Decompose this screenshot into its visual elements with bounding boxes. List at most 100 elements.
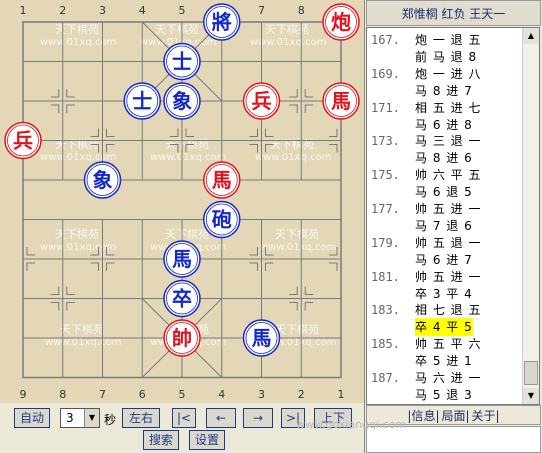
file-number-top: 4 [139, 4, 146, 17]
move-row[interactable]: 187. 马 六 进 一 [371, 369, 481, 387]
watermark-text: www.01xq.com [260, 242, 336, 253]
move-row[interactable]: 卒 3 平 4 [371, 285, 473, 303]
move-number: 179. [371, 235, 400, 250]
move-row[interactable]: 171. 相 五 进 七 [371, 99, 481, 117]
scroll-down-icon[interactable]: ▼ [523, 388, 539, 404]
move-text: 相 七 退 五 [415, 303, 482, 318]
move-row[interactable]: 马 6 进 7 [371, 251, 473, 269]
search-button[interactable]: 搜索 [143, 430, 179, 450]
move-text: 前 马 退 8 [415, 49, 478, 64]
settings-button[interactable]: 设置 [189, 430, 225, 450]
watermark-logo: 天下棋苑 [270, 137, 314, 151]
move-text: 马 6 进 8 [415, 117, 473, 132]
watermark-text: www.01xq.com [40, 242, 116, 253]
red-horse-right-label: 馬 [331, 89, 351, 113]
file-number-top: 2 [59, 4, 66, 17]
blue-advisor-top-label: 士 [172, 50, 192, 74]
move-row[interactable]: 179. 帅 五 退 一 [371, 234, 481, 252]
move-text: 卒 5 进 1 [415, 354, 473, 369]
file-number-bottom: 9 [20, 388, 27, 401]
move-row[interactable]: 马 6 进 8 [371, 116, 473, 134]
move-row[interactable]: 马 8 进 6 [371, 149, 473, 167]
file-number-bottom: 2 [298, 388, 305, 401]
move-row[interactable]: 167. 炮 一 退 五 [371, 31, 481, 49]
move-row[interactable]: 马 5 退 3 [371, 386, 473, 404]
move-number: 181. [371, 269, 400, 284]
blue-elephant-center-label: 象 [172, 89, 192, 113]
move-list-scrollbar[interactable]: ▲ ▼ [522, 28, 539, 404]
move-text: 炮 一 进 八 [415, 66, 482, 81]
move-text: 帅 五 进 一 [415, 202, 482, 216]
red-cannon-label: 炮 [331, 10, 351, 34]
tab-about[interactable]: 关于| [472, 409, 500, 423]
right-panel: 郑惟桐 红负 王天一 167. 炮 一 退 五前 马 退 8 169. 炮 一 进 八… [296, 0, 542, 453]
move-text: 帅 五 退 一 [415, 235, 482, 250]
move-row[interactable]: 183. 相 七 退 五 [371, 301, 481, 319]
watermark-text: www.01xq.com [150, 152, 226, 163]
watermark-text: www.01xq.com [45, 337, 121, 348]
move-row[interactable]: 175. 帅 六 平 五 [371, 166, 481, 184]
prev-move-button[interactable]: ← [206, 408, 236, 428]
seconds-label: 秒 [104, 413, 117, 427]
move-number: 183. [371, 303, 400, 318]
file-number-bottom: 7 [99, 388, 106, 401]
move-row[interactable]: 马 8 进 7 [371, 82, 473, 100]
move-text: 帅 六 平 五 [415, 168, 482, 183]
scroll-up-icon[interactable]: ▲ [523, 28, 539, 44]
blue-cannon-label: 砲 [212, 208, 232, 232]
watermark-logo: 天下棋苑 [275, 322, 319, 336]
watermark-text: www.01xq.com [40, 152, 116, 163]
flip-horizontal-button[interactable]: 左右 [122, 408, 160, 428]
watermark-logo: 天下棋苑 [165, 227, 209, 241]
blue-general-label: 將 [212, 10, 232, 34]
red-king-label: 帥 [172, 326, 192, 350]
move-row[interactable]: 马 6 退 5 [371, 183, 473, 201]
file-number-bottom: 8 [59, 388, 66, 401]
game-title: 郑惟桐 红负 王天一 [366, 0, 541, 26]
move-row[interactable]: 卒 5 进 1 [371, 352, 473, 370]
auto-play-button[interactable]: 自动 [14, 408, 50, 428]
move-text: 炮 一 退 五 [415, 33, 482, 47]
scroll-thumb[interactable] [524, 361, 538, 385]
move-row[interactable]: 185. 帅 五 平 六 [371, 335, 481, 353]
move-row[interactable]: 马 7 退 6 [371, 217, 473, 235]
move-text: 马 三 退 一 [415, 134, 482, 149]
move-text: 马 5 退 3 [415, 387, 473, 402]
move-text: 马 7 退 6 [415, 218, 473, 233]
move-list[interactable]: 167. 炮 一 退 五前 马 退 8 169. 炮 一 进 八马 8 进 7 171.… [366, 27, 540, 405]
first-move-button[interactable]: |< [172, 408, 196, 428]
move-row[interactable]: 卒 4 平 5 [371, 318, 473, 337]
red-horse-center-label: 馬 [212, 168, 232, 192]
next-move-button[interactable]: → [243, 408, 273, 428]
file-number-top: 7 [258, 4, 265, 17]
watermark-logo: 天下棋苑 [265, 22, 309, 36]
move-row[interactable]: 169. 炮 一 进 八 [371, 65, 481, 83]
move-number: 175. [371, 168, 400, 183]
watermark-text: www.01xq.com [40, 37, 116, 48]
move-row[interactable]: 181. 帅 五 进 一 [371, 268, 481, 286]
file-number-bottom: 6 [139, 388, 146, 401]
watermark-logo: 天下棋苑 [60, 322, 104, 336]
move-number: 177. [371, 202, 400, 216]
file-number-top: 5 [179, 4, 186, 17]
red-pawn-left-label: 兵 [13, 129, 33, 153]
file-number-top: 8 [298, 4, 305, 17]
move-text: 马 6 退 5 [415, 185, 473, 200]
move-row[interactable]: 前 马 退 8 [371, 48, 477, 66]
move-row[interactable]: 177. 帅 五 进 一 [371, 200, 481, 218]
chevron-down-icon[interactable]: ▼ [84, 409, 99, 427]
tab-screen[interactable]: 局面| [442, 409, 470, 423]
file-number-bottom: 3 [258, 388, 265, 401]
move-number: 171. [371, 100, 400, 115]
site-watermark: www.goxiangqi.com [296, 418, 407, 431]
file-number-bottom: 4 [218, 388, 225, 401]
file-number-top: 1 [20, 4, 27, 17]
move-text: 马 六 进 一 [415, 371, 482, 385]
speed-select[interactable]: 3 ▼ [60, 408, 100, 428]
xiangqi-board[interactable]: www.01xq.com天下棋苑www.01xq.com天下棋苑www.01xq… [0, 0, 364, 403]
tab-info[interactable]: |信息| [407, 409, 439, 423]
move-row[interactable]: 173. 马 三 退 一 [371, 132, 481, 150]
blue-horse-right-label: 馬 [252, 326, 272, 350]
watermark-text: www.01xq.com [255, 152, 331, 163]
blue-pawn-label: 卒 [172, 287, 192, 311]
